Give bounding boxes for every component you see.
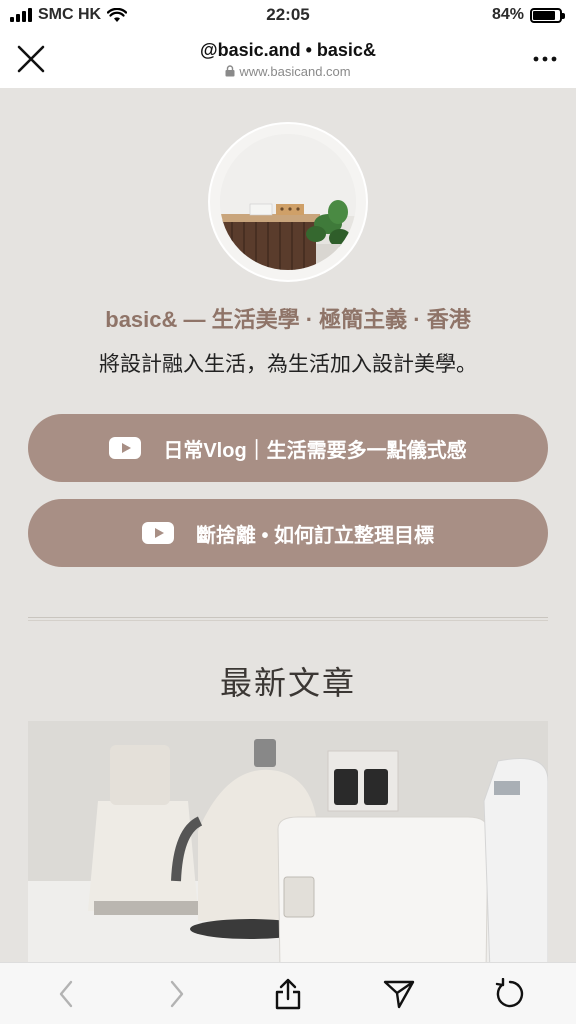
link-button-declutter[interactable]: 斷捨離 • 如何訂立整理目標 (28, 499, 548, 567)
header-center: @basic.and • basic& www.basicand.com (200, 40, 376, 79)
link-label: 斷捨離 • 如何訂立整理目標 (195, 524, 435, 547)
signal-icon (10, 8, 32, 22)
battery-percent: 84% (491, 6, 524, 23)
close-button[interactable] (14, 42, 48, 76)
forward-button[interactable] (155, 972, 199, 1016)
article-thumbnail[interactable] (28, 721, 548, 962)
lock-icon (225, 65, 235, 77)
avatar (220, 134, 356, 270)
avatar-ring (208, 122, 368, 282)
more-button[interactable] (530, 44, 560, 74)
status-time: 22:05 (266, 5, 310, 24)
status-right: 84% (491, 6, 565, 24)
more-icon (533, 56, 557, 62)
page-title: @basic.and • basic& (200, 39, 376, 60)
page-content: basic& — 生活美學 · 極簡主義 · 香港 將設計融入生活，為生活加入設… (0, 88, 576, 962)
close-icon (17, 45, 45, 73)
status-bar: SMC HK 22:05 84% (0, 0, 576, 30)
reload-icon (496, 977, 524, 1007)
share-icon (275, 978, 301, 1009)
back-button[interactable] (44, 972, 88, 1016)
youtube-icon (141, 522, 174, 544)
article-image (28, 721, 548, 962)
bottom-toolbar (0, 962, 576, 1024)
chevron-left-icon (59, 980, 72, 1007)
status-left: SMC HK (10, 6, 128, 24)
send-icon (383, 980, 415, 1008)
carrier-label: SMC HK (38, 6, 102, 23)
battery-icon (530, 7, 565, 23)
reload-button[interactable] (488, 972, 532, 1016)
send-button[interactable] (377, 972, 421, 1016)
battery-fill (533, 10, 555, 20)
section-divider (28, 617, 548, 621)
url-display: www.basicand.com (200, 64, 376, 79)
profile-bio: 將設計融入生活，為生活加入設計美學。 (99, 353, 477, 376)
profile-name: basic& — 生活美學 · 極簡主義 · 香港 (105, 307, 471, 332)
youtube-icon (109, 437, 142, 459)
link-label: 日常Vlog｜生活需要多一點儀式感 (163, 439, 467, 462)
browser-header: @basic.and • basic& www.basicand.com (0, 30, 576, 88)
url-text: www.basicand.com (239, 63, 351, 79)
wifi-icon (107, 7, 128, 22)
avatar-image (220, 134, 356, 270)
link-button-vlog[interactable]: 日常Vlog｜生活需要多一點儀式感 (28, 414, 548, 482)
chevron-right-icon (170, 980, 183, 1007)
section-title: 最新文章 (219, 665, 356, 701)
share-button[interactable] (266, 972, 310, 1016)
